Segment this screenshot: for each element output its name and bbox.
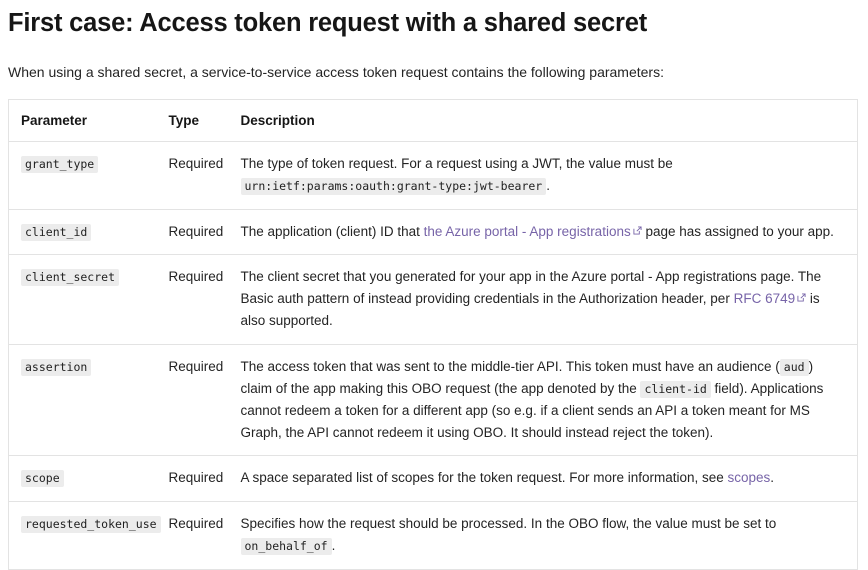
cell-description: The application (client) ID that the Azu… [228,209,858,256]
cell-type: Required [156,254,229,346]
description-text: page has assigned to your app. [641,223,834,239]
inline-code: urn:ietf:params:oauth:grant-type:jwt-bea… [240,177,547,195]
scopes-link[interactable]: scopes [728,470,771,485]
link-label: scopes [727,470,771,486]
article-content: First case: Access token request with a … [0,8,868,570]
description-text: The application (client) ID that [240,223,424,239]
external-link-icon [797,293,806,302]
cell-parameter: client_id [8,209,157,256]
table-row: grant_type Required The type of token re… [8,141,858,210]
column-header-parameter: Parameter [8,99,157,142]
cell-parameter: grant_type [8,141,157,210]
link-label: the Azure portal - App registrations [423,223,631,239]
inline-code: on_behalf_of [240,538,332,556]
parameters-table: Parameter Type Description grant_type Re… [8,98,858,570]
parameter-code: client_id [21,223,92,241]
azure-portal-app-registrations-link[interactable]: the Azure portal - App registrations [424,224,631,239]
cell-type: Required [168,516,224,532]
table-row: requested_token_use Required Specifies h… [9,502,858,570]
cell-parameter: assertion [8,344,157,457]
cell-type: Required [156,344,229,457]
column-header-type: Type [156,99,229,142]
cell-description: The type of token request. For a request… [228,141,858,210]
parameter-code: scope [21,470,64,488]
cell-description: Specifies how the request should be proc… [229,502,858,570]
cell-description: The client secret that you generated for… [228,254,858,346]
description-text: . [546,177,550,193]
intro-paragraph: When using a shared secret, a service-to… [8,63,664,80]
parameter-code: client_secret [21,269,120,287]
cell-type: Required [156,455,229,503]
table-body: grant_type Required The type of token re… [8,141,858,570]
table-row: assertion Required The access token that… [8,344,858,457]
rfc-6749-link[interactable]: RFC 6749 [734,291,796,306]
parameter-code: assertion [21,359,92,377]
cell-parameter: requested_token_use [9,502,161,570]
description-text: . [331,538,336,554]
cell-parameter: client_secret [8,254,157,346]
description-text: The type of token request. For a request… [240,155,673,171]
table-row: scope Required A space separated list of… [8,455,858,503]
parameter-code: requested_token_use [21,516,161,534]
table-header: Parameter Type Description [8,99,858,142]
link-label: RFC 6749 [733,291,796,307]
description-text: A space separated list of scopes for the… [240,470,728,486]
cell-parameter: scope [8,455,157,503]
inline-code: aud [779,359,809,377]
description-text: The access token that was sent to the mi… [240,359,780,375]
description-text: . [770,470,775,486]
table-row: client_id Required The application (clie… [8,209,858,256]
description-text: Specifies how the request should be proc… [240,516,777,532]
column-header-description: Description [228,99,858,142]
parameter-code: grant_type [21,155,99,173]
external-link-icon [633,226,642,235]
cell-description: A space separated list of scopes for the… [228,455,858,503]
page-title: First case: Access token request with a … [8,9,647,37]
inline-code: client-id [640,380,711,398]
cell-type: Required [156,141,229,210]
cell-description: The access token that was sent to the mi… [228,344,858,457]
cell-type: Required [156,209,229,256]
table-header-row: Parameter Type Description [8,99,858,142]
table-row: client_secret Required The client secret… [8,254,858,346]
